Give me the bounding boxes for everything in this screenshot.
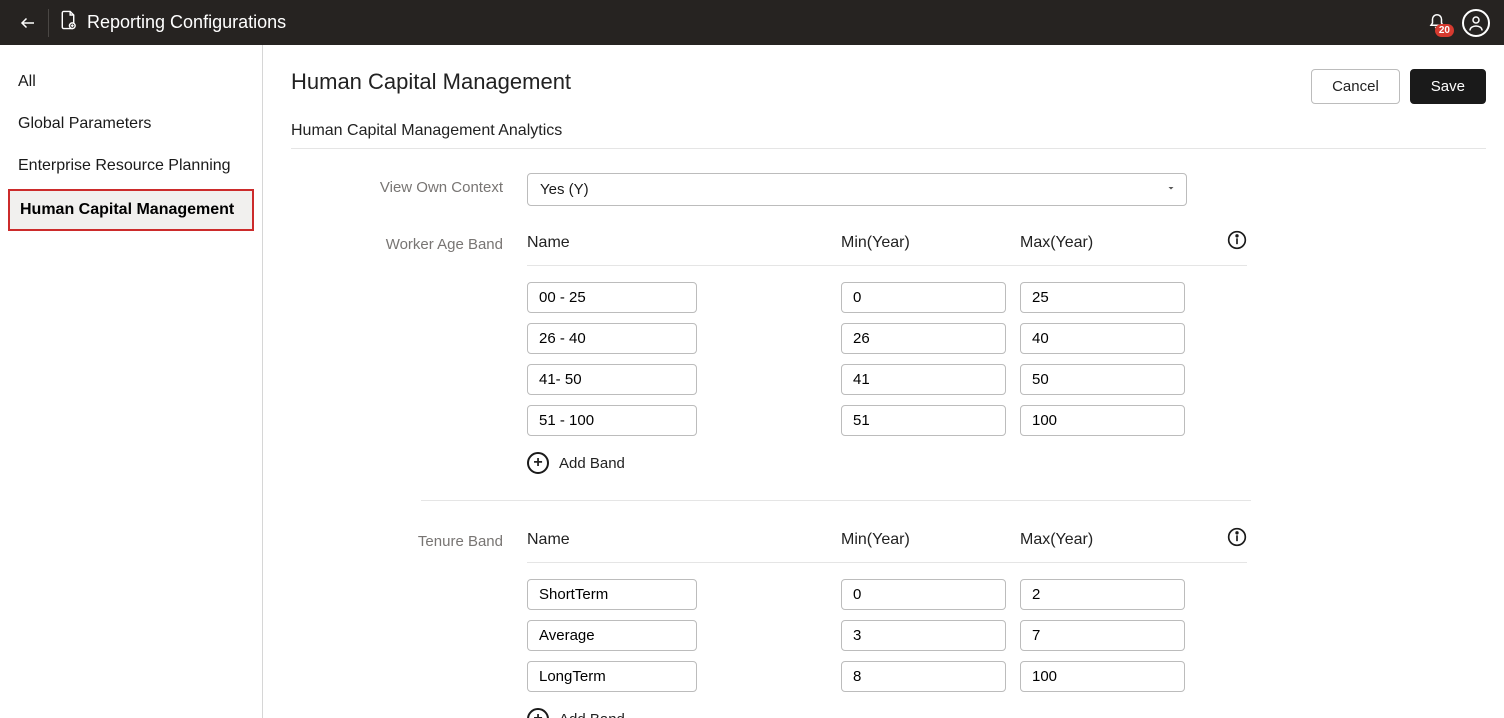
age-band-max-input[interactable] xyxy=(1020,364,1185,395)
section-divider xyxy=(421,500,1251,501)
topbar-divider xyxy=(48,9,49,37)
age-band-min-input[interactable] xyxy=(841,282,1006,313)
save-button[interactable]: Save xyxy=(1410,69,1486,104)
tenure-band-row xyxy=(527,579,1247,610)
view-own-context-label: View Own Context xyxy=(291,173,527,196)
worker-age-band-label: Worker Age Band xyxy=(291,230,527,253)
view-own-context-row: View Own Context Yes (Y) xyxy=(291,173,1486,206)
age-band-min-input[interactable] xyxy=(841,405,1006,436)
add-band-label: Add Band xyxy=(559,711,625,718)
age-band-row xyxy=(527,364,1247,395)
tenure-band-name-input[interactable] xyxy=(527,579,697,610)
age-band-row xyxy=(527,282,1247,313)
tenure-band-min-input[interactable] xyxy=(841,620,1006,651)
tenure-band-max-input[interactable] xyxy=(1020,579,1185,610)
col-max: Max(Year) xyxy=(1020,234,1185,252)
add-age-band-button[interactable]: + Add Band xyxy=(527,452,1247,474)
sidebar: All Global Parameters Enterprise Resourc… xyxy=(0,45,263,718)
col-min: Min(Year) xyxy=(841,531,1006,549)
age-band-max-input[interactable] xyxy=(1020,323,1185,354)
age-band-rows xyxy=(527,282,1247,436)
tenure-band-min-input[interactable] xyxy=(841,661,1006,692)
plus-icon: + xyxy=(527,708,549,718)
age-band-row xyxy=(527,405,1247,436)
tenure-band-row: Tenure Band Name Min(Year) Max(Year) + xyxy=(291,527,1486,718)
user-avatar[interactable] xyxy=(1462,9,1490,37)
add-tenure-band-button[interactable]: + Add Band xyxy=(527,708,1247,718)
tenure-band-max-input[interactable] xyxy=(1020,620,1185,651)
age-band-row xyxy=(527,323,1247,354)
back-button[interactable] xyxy=(14,14,42,32)
col-min: Min(Year) xyxy=(841,234,1006,252)
sidebar-item-all[interactable]: All xyxy=(0,61,262,103)
age-band-min-input[interactable] xyxy=(841,323,1006,354)
col-name: Name xyxy=(527,531,697,549)
section-subtitle: Human Capital Management Analytics xyxy=(291,122,1486,140)
age-band-name-input[interactable] xyxy=(527,364,697,395)
user-icon xyxy=(1467,14,1485,32)
info-icon[interactable] xyxy=(1227,527,1247,552)
age-band-max-input[interactable] xyxy=(1020,282,1185,313)
tenure-band-row xyxy=(527,620,1247,651)
tenure-band-max-input[interactable] xyxy=(1020,661,1185,692)
worker-age-band-row: Worker Age Band Name Min(Year) Max(Year)… xyxy=(291,230,1486,474)
sidebar-item-hcm[interactable]: Human Capital Management xyxy=(8,189,254,231)
age-band-min-input[interactable] xyxy=(841,364,1006,395)
main-content: Human Capital Management Cancel Save Hum… xyxy=(263,45,1504,718)
tenure-band-header: Name Min(Year) Max(Year) xyxy=(527,527,1247,563)
tenure-band-name-input[interactable] xyxy=(527,661,697,692)
topbar: Reporting Configurations 20 xyxy=(0,0,1504,45)
tenure-band-rows xyxy=(527,579,1247,692)
header-divider xyxy=(291,148,1486,149)
age-band-header: Name Min(Year) Max(Year) xyxy=(527,230,1247,266)
tenure-band-min-input[interactable] xyxy=(841,579,1006,610)
tenure-band-label: Tenure Band xyxy=(291,527,527,550)
tenure-band-row xyxy=(527,661,1247,692)
notifications-badge: 20 xyxy=(1435,24,1454,37)
add-band-label: Add Band xyxy=(559,455,625,472)
col-name: Name xyxy=(527,234,697,252)
notifications-button[interactable]: 20 xyxy=(1428,10,1446,35)
sidebar-item-global-parameters[interactable]: Global Parameters xyxy=(0,103,262,145)
page-title: Reporting Configurations xyxy=(87,12,286,33)
age-band-name-input[interactable] xyxy=(527,323,697,354)
age-band-name-input[interactable] xyxy=(527,282,697,313)
cancel-button[interactable]: Cancel xyxy=(1311,69,1400,104)
section-title: Human Capital Management xyxy=(291,69,571,95)
info-icon[interactable] xyxy=(1227,230,1247,255)
age-band-max-input[interactable] xyxy=(1020,405,1185,436)
age-band-name-input[interactable] xyxy=(527,405,697,436)
sidebar-item-erp[interactable]: Enterprise Resource Planning xyxy=(0,145,262,187)
col-max: Max(Year) xyxy=(1020,531,1185,549)
plus-icon: + xyxy=(527,452,549,474)
view-own-context-select[interactable]: Yes (Y) xyxy=(527,173,1187,206)
tenure-band-name-input[interactable] xyxy=(527,620,697,651)
report-icon xyxy=(59,10,77,35)
